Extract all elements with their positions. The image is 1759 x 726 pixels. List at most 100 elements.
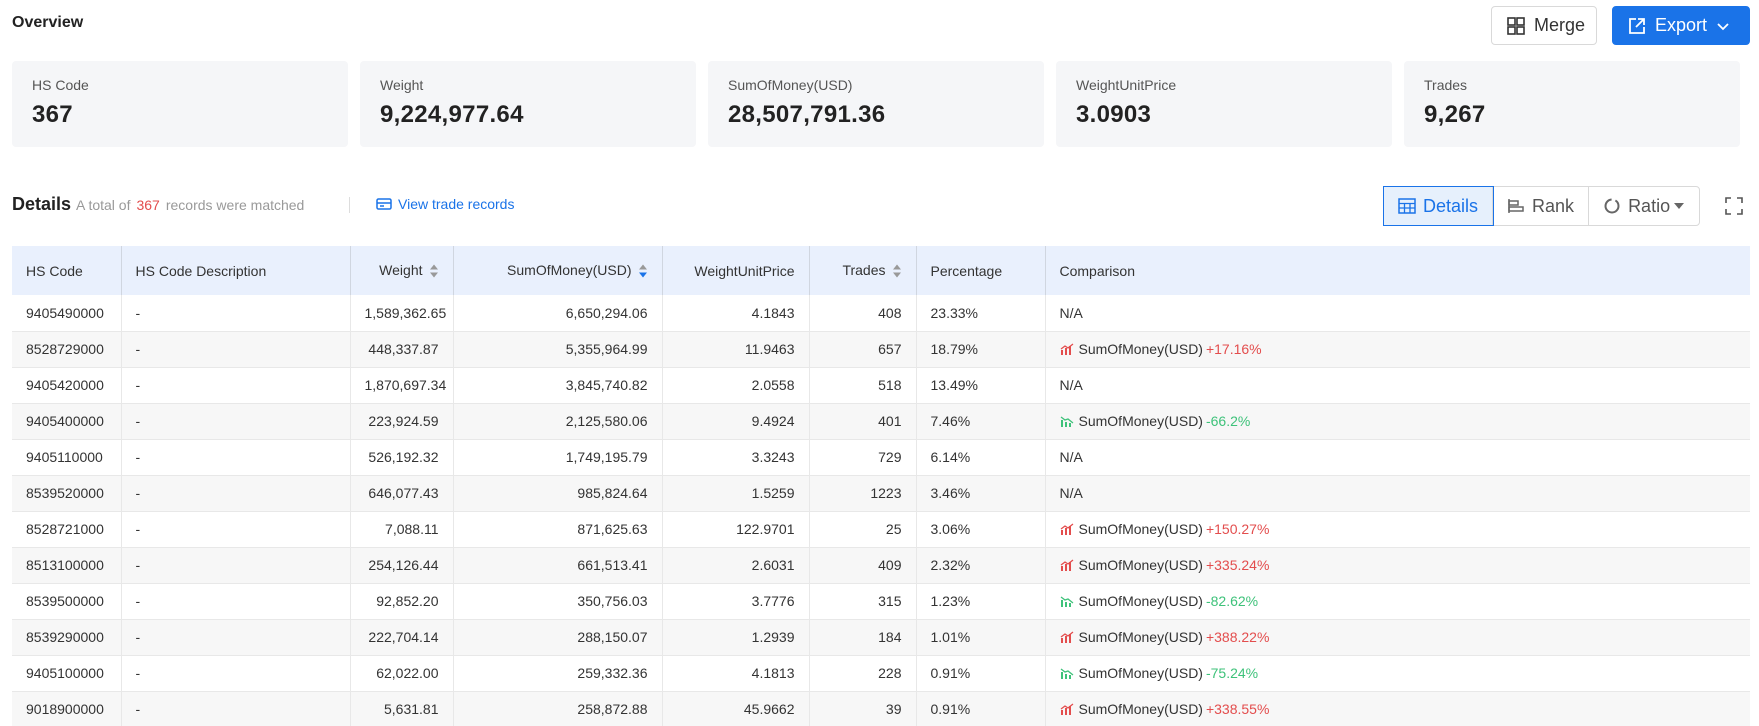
card-value: 3.0903 bbox=[1076, 101, 1152, 128]
cell-description: - bbox=[121, 619, 351, 656]
cell-weight-unit-price: 45.9662 bbox=[662, 691, 810, 726]
column-header-weight-unit-price[interactable]: WeightUnitPrice bbox=[662, 246, 810, 295]
column-header-comparison[interactable]: Comparison bbox=[1045, 246, 1750, 295]
cell-percentage: 13.49% bbox=[916, 367, 1046, 404]
table-row[interactable]: 9405110000-526,192.32 1,749,195.79 3.3243 7… bbox=[12, 439, 1750, 476]
cell-weight: 1,589,362.65 bbox=[350, 295, 454, 332]
merge-button[interactable]: Merge bbox=[1491, 6, 1597, 45]
comparison-text: SumOfMoney(USD) bbox=[1078, 521, 1203, 537]
card-weight: Weight 9,224,977.64 bbox=[360, 61, 696, 147]
cell-percentage: 1.01% bbox=[916, 619, 1046, 656]
cell-sum-of-money: 5,355,964.99 bbox=[453, 331, 663, 368]
card-value: 9,267 bbox=[1424, 101, 1486, 128]
column-header-percentage[interactable]: Percentage bbox=[916, 246, 1046, 295]
cell-description: - bbox=[121, 403, 351, 440]
table-row[interactable]: 8539290000-222,704.14 288,150.07 1.2939 184… bbox=[12, 619, 1750, 656]
cell-weight-unit-price: 1.5259 bbox=[662, 475, 810, 512]
comparison-text: SumOfMoney(USD) bbox=[1078, 593, 1203, 609]
cell-weight: 448,337.87 bbox=[350, 331, 454, 368]
tab-ratio[interactable]: Ratio bbox=[1589, 187, 1699, 225]
tab-details[interactable]: Details bbox=[1382, 186, 1495, 226]
fullscreen-button[interactable] bbox=[1724, 196, 1744, 221]
table-row[interactable]: 8528729000-448,337.87 5,355,964.99 11.9463… bbox=[12, 331, 1750, 368]
cell-sum-of-money: 985,824.64 bbox=[453, 475, 663, 512]
trend-up-chart-icon bbox=[1060, 558, 1073, 571]
comparison-text: SumOfMoney(USD) bbox=[1078, 557, 1203, 573]
records-icon bbox=[376, 198, 392, 210]
rank-bars-icon bbox=[1508, 199, 1524, 213]
tab-rank[interactable]: Rank bbox=[1493, 187, 1590, 225]
comparison-text: N/A bbox=[1059, 485, 1083, 501]
cell-description: - bbox=[121, 511, 351, 548]
card-weight-unit-price: WeightUnitPrice 3.0903 bbox=[1056, 61, 1392, 147]
cell-description: - bbox=[121, 295, 351, 332]
details-toolbar: Details A total of 367 records were matche… bbox=[12, 186, 1750, 226]
table-row[interactable]: 8539520000-646,077.43 985,824.64 1.5259 122… bbox=[12, 475, 1750, 512]
cell-percentage: 3.06% bbox=[916, 511, 1046, 548]
trend-up-chart-icon bbox=[1060, 522, 1073, 535]
comparison-change: +335.24% bbox=[1205, 557, 1270, 573]
tab-details-label: Details bbox=[1423, 195, 1479, 216]
column-header-trades[interactable]: Trades bbox=[809, 246, 917, 295]
view-trade-records-link[interactable]: View trade records bbox=[376, 196, 514, 212]
divider bbox=[349, 197, 350, 213]
cell-weight: 526,192.32 bbox=[350, 439, 454, 476]
tab-ratio-label: Ratio bbox=[1628, 195, 1671, 216]
page-title: Overview bbox=[12, 14, 84, 31]
table-row[interactable]: 9018900000-5,631.81 258,872.88 45.9662 39 0.… bbox=[12, 691, 1750, 726]
table-row[interactable]: 8513100000-254,126.44 661,513.41 2.6031 409… bbox=[12, 547, 1750, 584]
column-header-hs-code[interactable]: HS Code bbox=[12, 246, 122, 295]
cell-hs-code: 9405490000 bbox=[12, 295, 122, 332]
cell-trades: 401 bbox=[809, 403, 917, 440]
table-row[interactable]: 8539500000-92,852.20 350,756.03 3.7776 315 1… bbox=[12, 583, 1750, 620]
fullscreen-icon bbox=[1725, 197, 1743, 215]
cell-hs-code: 9405420000 bbox=[12, 367, 122, 404]
comparison-change: -75.24% bbox=[1205, 665, 1259, 681]
cell-trades: 228 bbox=[809, 655, 917, 692]
cell-weight: 92,852.20 bbox=[350, 583, 454, 620]
cell-percentage: 0.91% bbox=[916, 691, 1046, 726]
table-row[interactable]: 8528721000-7,088.11 871,625.63 122.9701 25 3… bbox=[12, 511, 1750, 548]
cell-sum-of-money: 288,150.07 bbox=[453, 619, 663, 656]
cell-sum-of-money: 259,332.36 bbox=[453, 655, 663, 692]
sort-desc-active-icon[interactable] bbox=[638, 263, 648, 279]
cell-trades: 408 bbox=[809, 295, 917, 332]
cell-description: - bbox=[121, 367, 351, 404]
card-value: 28,507,791.36 bbox=[728, 101, 886, 128]
summary-cards: HS Code 367 Weight 9,224,977.64 SumOfMon… bbox=[12, 61, 1740, 147]
export-button[interactable]: Export bbox=[1612, 6, 1750, 45]
cell-comparison: SumOfMoney(USD) +335.24% bbox=[1045, 547, 1750, 584]
cell-hs-code: 8539500000 bbox=[12, 583, 122, 620]
cell-description: - bbox=[121, 331, 351, 368]
cell-description: - bbox=[121, 655, 351, 692]
trend-down-chart-icon bbox=[1060, 415, 1073, 427]
column-header-description[interactable]: HS Code Description bbox=[121, 246, 351, 295]
comparison-text: SumOfMoney(USD) bbox=[1078, 701, 1203, 717]
cell-trades: 518 bbox=[809, 367, 917, 404]
cell-weight: 5,631.81 bbox=[350, 691, 454, 726]
column-header-weight[interactable]: Weight bbox=[350, 246, 454, 295]
cell-percentage: 0.91% bbox=[916, 655, 1046, 692]
table-row[interactable]: 9405490000-1,589,362.65 6,650,294.06 4.184… bbox=[12, 295, 1750, 332]
ratio-ring-icon bbox=[1604, 198, 1620, 214]
comparison-change: +388.22% bbox=[1205, 629, 1270, 645]
table-row[interactable]: 9405420000-1,870,697.34 3,845,740.82 2.055… bbox=[12, 367, 1750, 404]
cell-trades: 25 bbox=[809, 511, 917, 548]
table-row[interactable]: 9405100000-62,022.00 259,332.36 4.1813 228 0… bbox=[12, 655, 1750, 692]
cell-percentage: 2.32% bbox=[916, 547, 1046, 584]
sort-icon[interactable] bbox=[429, 263, 439, 279]
view-switcher: Details Rank Ratio bbox=[1382, 186, 1701, 226]
cell-weight: 7,088.11 bbox=[350, 511, 454, 548]
cell-description: - bbox=[121, 547, 351, 584]
cell-sum-of-money: 3,845,740.82 bbox=[453, 367, 663, 404]
cell-comparison: SumOfMoney(USD) -75.24% bbox=[1045, 655, 1750, 692]
cell-sum-of-money: 661,513.41 bbox=[453, 547, 663, 584]
cell-description: - bbox=[121, 439, 351, 476]
sort-icon[interactable] bbox=[892, 263, 902, 279]
table-row[interactable]: 9405400000-223,924.59 2,125,580.06 9.4924 4… bbox=[12, 403, 1750, 440]
column-header-sum-of-money[interactable]: SumOfMoney(USD) bbox=[453, 246, 663, 295]
cell-comparison: SumOfMoney(USD) +17.16% bbox=[1045, 331, 1750, 368]
comparison-change: +150.27% bbox=[1205, 521, 1270, 537]
records-summary: A total of 367 records were matched bbox=[76, 197, 304, 213]
cell-sum-of-money: 1,749,195.79 bbox=[453, 439, 663, 476]
